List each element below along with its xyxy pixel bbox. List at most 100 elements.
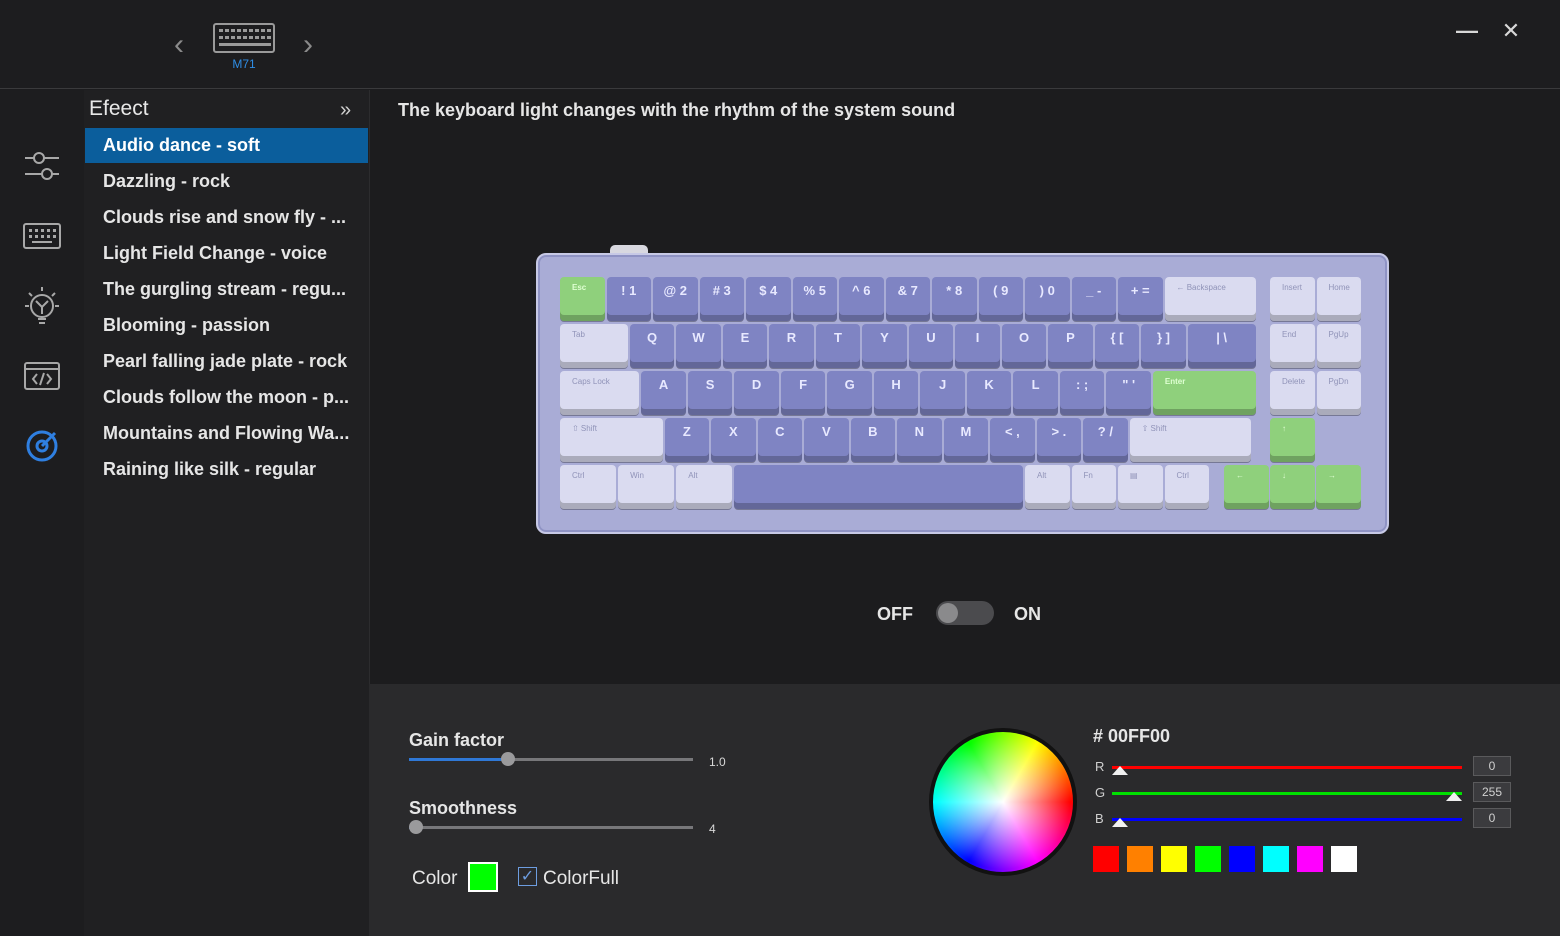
keyboard-key[interactable]: @ 2 xyxy=(653,277,698,321)
keyboard-key[interactable]: ! 1 xyxy=(606,277,651,321)
effect-item[interactable]: Blooming - passion xyxy=(85,308,368,343)
preset-color-swatch[interactable] xyxy=(1093,846,1119,872)
effect-item[interactable]: Mountains and Flowing Wa... xyxy=(85,416,368,451)
keyboard-key[interactable]: * 8 xyxy=(932,277,977,321)
keyboard-key[interactable]: > . xyxy=(1036,418,1082,462)
keyboard-key[interactable]: PgDn xyxy=(1316,371,1361,415)
gain-factor-slider[interactable] xyxy=(409,752,693,766)
smoothness-slider[interactable] xyxy=(409,820,693,834)
keyboard-key[interactable]: C xyxy=(757,418,803,462)
channel-value-input[interactable]: 0 xyxy=(1473,808,1511,828)
keyboard-key[interactable]: Y xyxy=(862,324,907,368)
keyboard-key[interactable]: Fn xyxy=(1071,465,1116,509)
keyboard-key[interactable]: Enter xyxy=(1152,371,1256,415)
colorful-checkbox[interactable]: ✓ xyxy=(518,867,537,886)
light-toggle[interactable] xyxy=(936,601,994,625)
channel-value-input[interactable]: 255 xyxy=(1473,782,1511,802)
minimize-button[interactable]: — xyxy=(1452,18,1482,48)
keyboard-key[interactable]: G xyxy=(827,371,872,415)
rail-item-audio[interactable] xyxy=(14,422,70,470)
preset-color-swatch[interactable] xyxy=(1331,846,1357,872)
keyboard-key[interactable]: + = xyxy=(1118,277,1163,321)
rail-item-lighting[interactable] xyxy=(14,282,70,330)
rail-item-keys[interactable] xyxy=(14,212,70,260)
keyboard-key[interactable]: ← xyxy=(1224,465,1269,509)
keyboard-key[interactable]: ← Backspace xyxy=(1164,277,1256,321)
keyboard-key[interactable]: S xyxy=(687,371,733,415)
keyboard-key[interactable]: ( 9 xyxy=(978,277,1023,321)
keyboard-key[interactable]: | \ xyxy=(1187,324,1256,368)
keyboard-key[interactable]: Win xyxy=(618,465,675,509)
keyboard-key[interactable]: B xyxy=(850,418,896,462)
keyboard-key[interactable]: P xyxy=(1048,324,1093,368)
channel-slider[interactable] xyxy=(1112,792,1462,801)
keyboard-key[interactable]: { [ xyxy=(1094,324,1140,368)
previous-device-button[interactable]: ‹ xyxy=(167,30,191,60)
smoothness-slider-thumb[interactable] xyxy=(409,820,423,834)
keyboard-key[interactable]: ) 0 xyxy=(1025,277,1070,321)
preset-color-swatch[interactable] xyxy=(1195,846,1221,872)
keyboard-key[interactable]: < , xyxy=(990,418,1035,462)
keyboard-key[interactable]: D xyxy=(734,371,779,415)
keyboard-key[interactable]: Caps Lock xyxy=(560,371,640,415)
keyboard-key[interactable]: # 3 xyxy=(699,277,744,321)
preset-color-swatch[interactable] xyxy=(1297,846,1323,872)
keyboard-key[interactable]: ? / xyxy=(1083,418,1128,462)
gain-slider-thumb[interactable] xyxy=(501,752,515,766)
keyboard-key[interactable]: Ctrl xyxy=(1164,465,1209,509)
collapse-panel-button[interactable]: » xyxy=(340,99,351,122)
color-wheel[interactable] xyxy=(929,728,1077,876)
effect-item[interactable]: The gurgling stream - regu... xyxy=(85,272,368,307)
keyboard-key[interactable]: % 5 xyxy=(792,277,837,321)
rail-item-macro[interactable] xyxy=(14,352,70,400)
keyboard-key[interactable]: L xyxy=(1013,371,1058,415)
keyboard-key[interactable]: ↓ xyxy=(1270,465,1315,509)
effect-item[interactable]: Raining like silk - regular xyxy=(85,452,368,487)
channel-slider-thumb[interactable] xyxy=(1112,766,1128,775)
keyboard-key[interactable]: E xyxy=(722,324,768,368)
keyboard-key[interactable]: & 7 xyxy=(885,277,930,321)
keyboard-key[interactable]: Q xyxy=(629,324,675,368)
channel-value-input[interactable]: 0 xyxy=(1473,756,1511,776)
preset-color-swatch[interactable] xyxy=(1263,846,1289,872)
keyboard-key[interactable]: T xyxy=(815,324,861,368)
keyboard-key[interactable]: X xyxy=(711,418,756,462)
keyboard-key[interactable]: J xyxy=(920,371,965,415)
channel-slider-thumb[interactable] xyxy=(1446,792,1462,801)
keyboard-key[interactable]: I xyxy=(955,324,1000,368)
keyboard-device-icon[interactable] xyxy=(213,23,275,53)
keyboard-key[interactable]: H xyxy=(873,371,919,415)
rail-item-settings[interactable] xyxy=(14,142,70,190)
keyboard-key[interactable]: Alt xyxy=(676,465,733,509)
preset-color-swatch[interactable] xyxy=(1127,846,1153,872)
keyboard-key[interactable]: → xyxy=(1316,465,1361,509)
keyboard-key[interactable]: Alt xyxy=(1025,465,1070,509)
keyboard-key[interactable]: ⇧ Shift xyxy=(560,418,663,462)
keyboard-key[interactable]: End xyxy=(1270,324,1315,368)
next-device-button[interactable]: › xyxy=(296,30,320,60)
keyboard-key[interactable]: W xyxy=(676,324,721,368)
keyboard-key[interactable]: : ; xyxy=(1059,371,1105,415)
keyboard-key[interactable]: Esc xyxy=(560,277,605,321)
channel-slider[interactable] xyxy=(1112,766,1462,775)
keyboard-key[interactable]: M xyxy=(943,418,989,462)
keyboard-key[interactable]: ⇧ Shift xyxy=(1129,418,1251,462)
channel-slider[interactable] xyxy=(1112,818,1462,827)
keyboard-key[interactable]: F xyxy=(780,371,826,415)
keyboard-key[interactable]: Z xyxy=(664,418,710,462)
current-color-swatch[interactable] xyxy=(468,862,498,892)
keyboard-key[interactable]: O xyxy=(1001,324,1047,368)
keyboard-key[interactable]: N xyxy=(897,418,942,462)
keyboard-key[interactable]: ^ 6 xyxy=(839,277,884,321)
effect-item[interactable]: Clouds follow the moon - p... xyxy=(85,380,368,415)
keyboard-key[interactable]: _ - xyxy=(1071,277,1116,321)
effect-item[interactable]: Dazzling - rock xyxy=(85,164,368,199)
channel-slider-thumb[interactable] xyxy=(1112,818,1128,827)
keyboard-key[interactable]: $ 4 xyxy=(746,277,791,321)
keyboard-key[interactable]: ↑ xyxy=(1270,418,1315,462)
keyboard-key[interactable]: " ' xyxy=(1106,371,1151,415)
keyboard-key[interactable]: } ] xyxy=(1141,324,1186,368)
effect-item[interactable]: Clouds rise and snow fly - ... xyxy=(85,200,368,235)
effect-item[interactable]: Pearl falling jade plate - rock xyxy=(85,344,368,379)
keyboard-key[interactable]: U xyxy=(908,324,954,368)
